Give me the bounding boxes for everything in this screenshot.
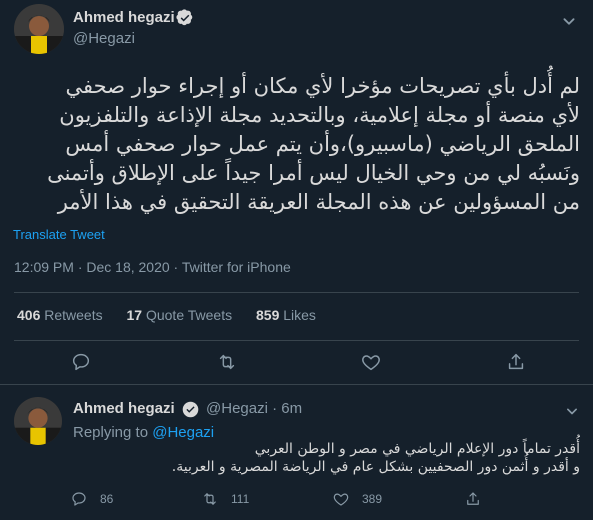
reply-retweet-action[interactable]: 111 — [201, 490, 249, 508]
reply-author-handle[interactable]: @Hegazi — [206, 400, 268, 417]
reply-header: Ahmed hegazi @Hegazi · 6m — [73, 400, 302, 418]
reply-action-icon[interactable] — [70, 351, 92, 373]
likes-count: 859 — [256, 307, 280, 323]
quotes-count: 17 — [126, 307, 143, 323]
divider — [14, 340, 579, 341]
replying-to-prefix: Replying to — [73, 424, 149, 441]
retweets-stat[interactable]: 406 Retweets — [17, 307, 107, 323]
likes-label: Likes — [283, 307, 316, 323]
tweet-text-line: لأي منصة أو مجلة إعلامية، وبالتحديد مجلة… — [59, 103, 580, 127]
share-action-icon[interactable] — [505, 351, 527, 373]
author-handle[interactable]: @Hegazi — [73, 30, 135, 47]
tweet-text-line: لم أُدل بأي تصريحات مؤخرا لأي مكان أو إج… — [65, 74, 580, 98]
like-count: 389 — [362, 492, 383, 506]
reply-count: 86 — [100, 492, 114, 506]
translate-tweet-link[interactable]: Translate Tweet — [13, 227, 105, 242]
tweet-text-line: من المسؤولين عن هذه المجلة العريقة التحق… — [57, 190, 580, 214]
quotes-stat[interactable]: 17 Quote Tweets — [127, 307, 237, 323]
verified-badge-icon — [182, 401, 199, 418]
reply-reply-action[interactable]: 86 — [70, 490, 113, 508]
retweets-count: 406 — [17, 307, 41, 323]
verified-badge-icon — [176, 9, 194, 27]
author-avatar[interactable] — [14, 4, 64, 54]
tweet-text-line: ونَسبُه لي من وحي الخيال ليس أمرا جيداً … — [47, 161, 580, 185]
likes-stat[interactable]: 859 Likes — [256, 307, 316, 323]
divider — [0, 384, 593, 385]
replying-to: Replying to @Hegazi — [73, 424, 214, 441]
retweets-label: Retweets — [44, 307, 103, 323]
retweet-action-icon[interactable] — [216, 351, 238, 373]
tweet-timestamp[interactable]: 12:09 PM · Dec 18, 2020 · Twitter for iP… — [14, 259, 291, 275]
tweet-text-line: الملحق الرياضي (ماسبيرو)،وأن يتم عمل حوا… — [65, 132, 580, 156]
tweet-stats: 406 Retweets 17 Quote Tweets 859 Likes — [17, 307, 316, 323]
retweet-count: 111 — [231, 492, 250, 506]
divider — [14, 292, 579, 293]
like-action-icon[interactable] — [360, 351, 382, 373]
share-icon — [464, 490, 482, 508]
reply-like-action[interactable]: 389 — [332, 490, 382, 508]
replying-to-handle[interactable]: @Hegazi — [152, 424, 214, 441]
like-icon — [332, 490, 350, 508]
tweet-text: لم أُدل بأي تصريحات مؤخرا لأي مكان أو إج… — [8, 72, 580, 217]
author-name[interactable]: Ahmed hegazi — [73, 9, 175, 26]
reply-share-action[interactable] — [464, 490, 482, 508]
reply-author-avatar[interactable] — [14, 397, 62, 445]
more-options-icon[interactable] — [558, 10, 580, 32]
reply-author-name[interactable]: Ahmed hegazi — [73, 400, 175, 417]
quotes-label: Quote Tweets — [145, 307, 233, 323]
reply-age[interactable]: · 6m — [272, 400, 302, 417]
reply-more-options-icon[interactable] — [562, 401, 582, 421]
reply-icon — [70, 490, 88, 508]
reply-text: أُقدر تماماً دور الإعلام الرياضي في مصر … — [73, 440, 580, 476]
retweet-icon — [201, 490, 219, 508]
reply-text-line: أُقدر تماماً دور الإعلام الرياضي في مصر … — [254, 441, 580, 457]
reply-text-line: و أقدر و أُثمن دور الصحفيين بشكل عام في … — [171, 459, 580, 475]
